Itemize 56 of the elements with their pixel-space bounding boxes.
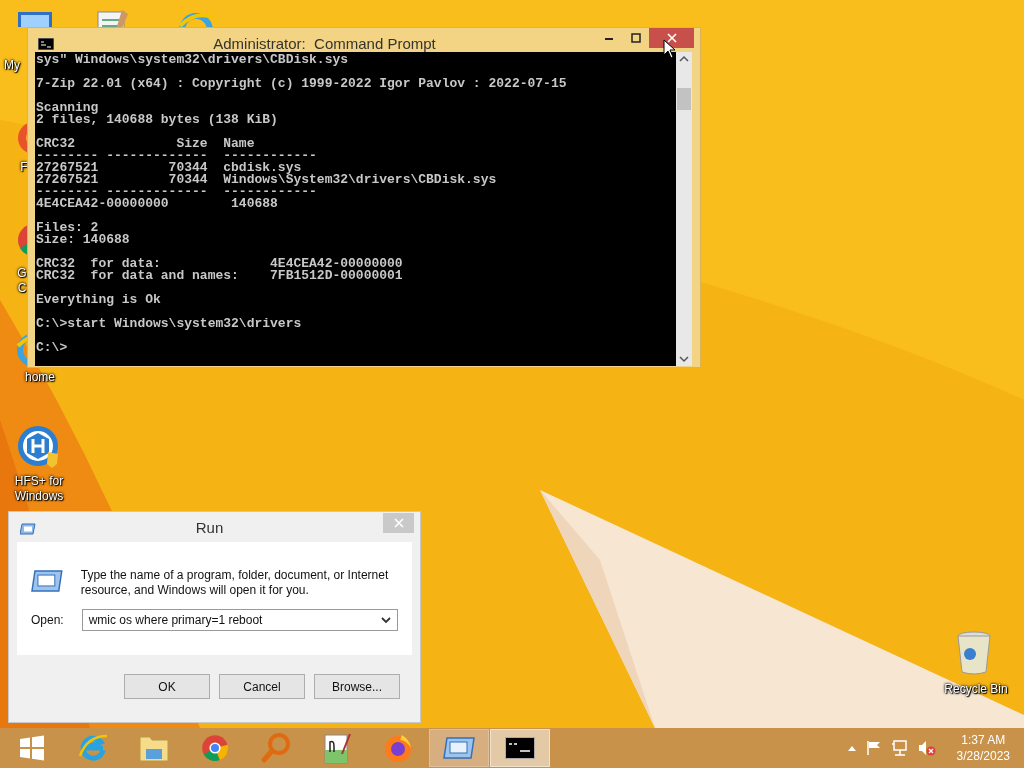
window-title: Administrator: Command Prompt <box>212 34 437 52</box>
console-line: CRC32 Size Name <box>36 138 256 150</box>
chrome-icon[interactable] <box>199 732 231 764</box>
dropdown-icon[interactable] <box>381 616 391 624</box>
dialog-button[interactable]: Cancel <box>219 674 305 699</box>
console-line: Everything is Ok <box>36 294 162 306</box>
run-icon[interactable] <box>443 736 475 760</box>
description-text: Type the name of a program, folder, document, or Internet resource, and Windows will open it for you. <box>80 568 390 598</box>
desktop-icon-label[interactable]: F <box>19 160 29 175</box>
console-line: Scanning <box>36 102 100 114</box>
console-icon[interactable] <box>505 737 535 759</box>
desktop-icon-label[interactable]: HFS+ for Windows <box>8 474 70 504</box>
clock-time: 1:37 AM <box>961 732 1006 748</box>
dialog-title: Run <box>194 518 225 536</box>
scrollbar[interactable] <box>676 52 692 366</box>
caret-up-icon[interactable] <box>846 744 857 752</box>
clock[interactable]: 1:37 AM 3/28/2023 <box>956 732 1010 764</box>
close-button[interactable] <box>649 28 694 48</box>
run-icon <box>31 570 63 592</box>
clock-date: 3/28/2023 <box>956 748 1010 764</box>
desktop-icon-label[interactable]: G C <box>17 266 27 296</box>
scrollbar-thumb[interactable] <box>677 88 691 110</box>
console-line: 4E4CEA42-00000000 140688 <box>36 198 279 210</box>
folder-icon[interactable] <box>138 733 170 763</box>
flag-icon[interactable] <box>865 740 882 756</box>
close-icon[interactable] <box>666 33 677 43</box>
windows-logo-icon[interactable] <box>18 734 46 762</box>
console-line: 2 files, 140688 bytes (138 KiB) <box>36 114 279 126</box>
console-line: C:\>start Windows\system32\drivers <box>36 318 303 330</box>
taskbar-button[interactable] <box>490 729 550 767</box>
network-icon[interactable] <box>890 740 909 756</box>
console-line: C:\> <box>36 342 69 354</box>
run-icon <box>20 523 36 535</box>
firefox-icon[interactable] <box>382 732 414 764</box>
console-line: -------- ------------- ------------ <box>36 186 317 198</box>
maximize-icon[interactable] <box>630 33 641 43</box>
console-line: 7-Zip 22.01 (x64) : Copyright (c) 1999-2022 Igor Pavlov : 2022-07-15 <box>36 78 568 90</box>
console-line: CRC32 for data and names: 7FB1512D-00000001 <box>36 270 404 282</box>
open-label: Open: <box>31 613 65 627</box>
desktop-icon-label[interactable]: My <box>2 58 22 73</box>
dialog-button[interactable]: Browse... <box>314 674 400 699</box>
console-line: Size: 140688 <box>36 234 131 246</box>
speaker-muted-icon[interactable] <box>917 740 936 756</box>
console-icon <box>38 38 54 50</box>
console-line: -------- ------------- ------------ <box>36 150 318 162</box>
browser-icon[interactable] <box>77 732 109 764</box>
console-line: sys" Windows\system32\drivers\CBDisk.sys <box>36 54 350 66</box>
console-line: 27267521 70344 Windows\System32\drivers\CBDisk.sys <box>36 174 498 186</box>
console-line: CRC32 for data: 4E4CEA42-00000000 <box>36 258 404 270</box>
dialog-button[interactable]: OK <box>124 674 210 699</box>
console-line: 27267521 70344 cbdisk.sys <box>36 162 302 174</box>
open-combo-box[interactable]: wmic os where primary=1 reboot <box>81 609 398 631</box>
desktop-icon-label[interactable]: home <box>20 370 60 385</box>
notepad-icon[interactable] <box>322 732 352 764</box>
console-line: Files: 2 <box>36 222 99 234</box>
recycle-bin-icon[interactable] <box>954 630 994 676</box>
